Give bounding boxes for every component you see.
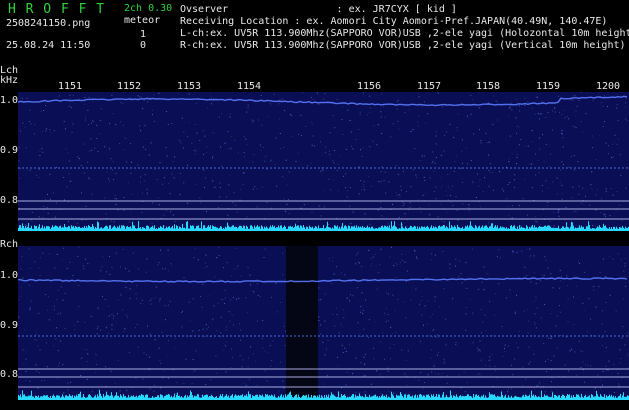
meteor-count-lch: 1 xyxy=(140,29,147,40)
time-label: 1156 xyxy=(356,81,382,92)
lch-spectrogram-canvas xyxy=(18,92,629,231)
rch-info-line: R-ch:ex. UV5R 113.900Mhz(SAPPORO VOR)USB… xyxy=(180,40,626,51)
lch-ytick-0-8: 0.8 xyxy=(0,195,19,206)
observer-line: Ovserver : ex. JR7CYX [ kid ] xyxy=(180,4,457,15)
rch-ytick-0-8: 0.8 xyxy=(0,369,19,380)
time-label: 1151 xyxy=(57,81,83,92)
lch-info-line: L-ch:ex. UV5R 113.900Mhz(SAPPORO VOR)USB… xyxy=(180,28,629,39)
filename: 2508241150.png xyxy=(6,18,91,29)
rch-spectrogram-canvas xyxy=(18,246,629,400)
time-label: 1153 xyxy=(176,81,202,92)
meteor-count-rch: 0 xyxy=(140,40,147,51)
lch-spectrogram[interactable] xyxy=(18,92,629,231)
lch-ytick-1-0: 1.0 xyxy=(0,95,19,106)
rch-spectrogram[interactable] xyxy=(18,246,629,400)
rch-ytick-0-9: 0.9 xyxy=(0,320,19,331)
channel-label: 2ch 0.30 xyxy=(124,3,173,14)
lch-ytick-0-9: 0.9 xyxy=(0,145,19,156)
location-line: Receiving Location : ex. Aomori City Aom… xyxy=(180,16,608,27)
lch-unit-label: kHz xyxy=(0,75,19,86)
rch-ytick-1-0: 1.0 xyxy=(0,270,19,281)
time-label: 1154 xyxy=(236,81,262,92)
meteor-label: meteor xyxy=(124,15,161,26)
app-logo: H R O F F T xyxy=(8,2,106,17)
time-label: 1152 xyxy=(116,81,142,92)
time-label: 1158 xyxy=(475,81,501,92)
rch-channel-label: Rch xyxy=(0,239,19,250)
time-label: 1159 xyxy=(535,81,561,92)
datetime: 25.08.24 11:50 xyxy=(6,40,91,51)
spectrum-background xyxy=(18,92,629,231)
time-label: 1157 xyxy=(416,81,442,92)
time-label: 1200 xyxy=(595,81,621,92)
